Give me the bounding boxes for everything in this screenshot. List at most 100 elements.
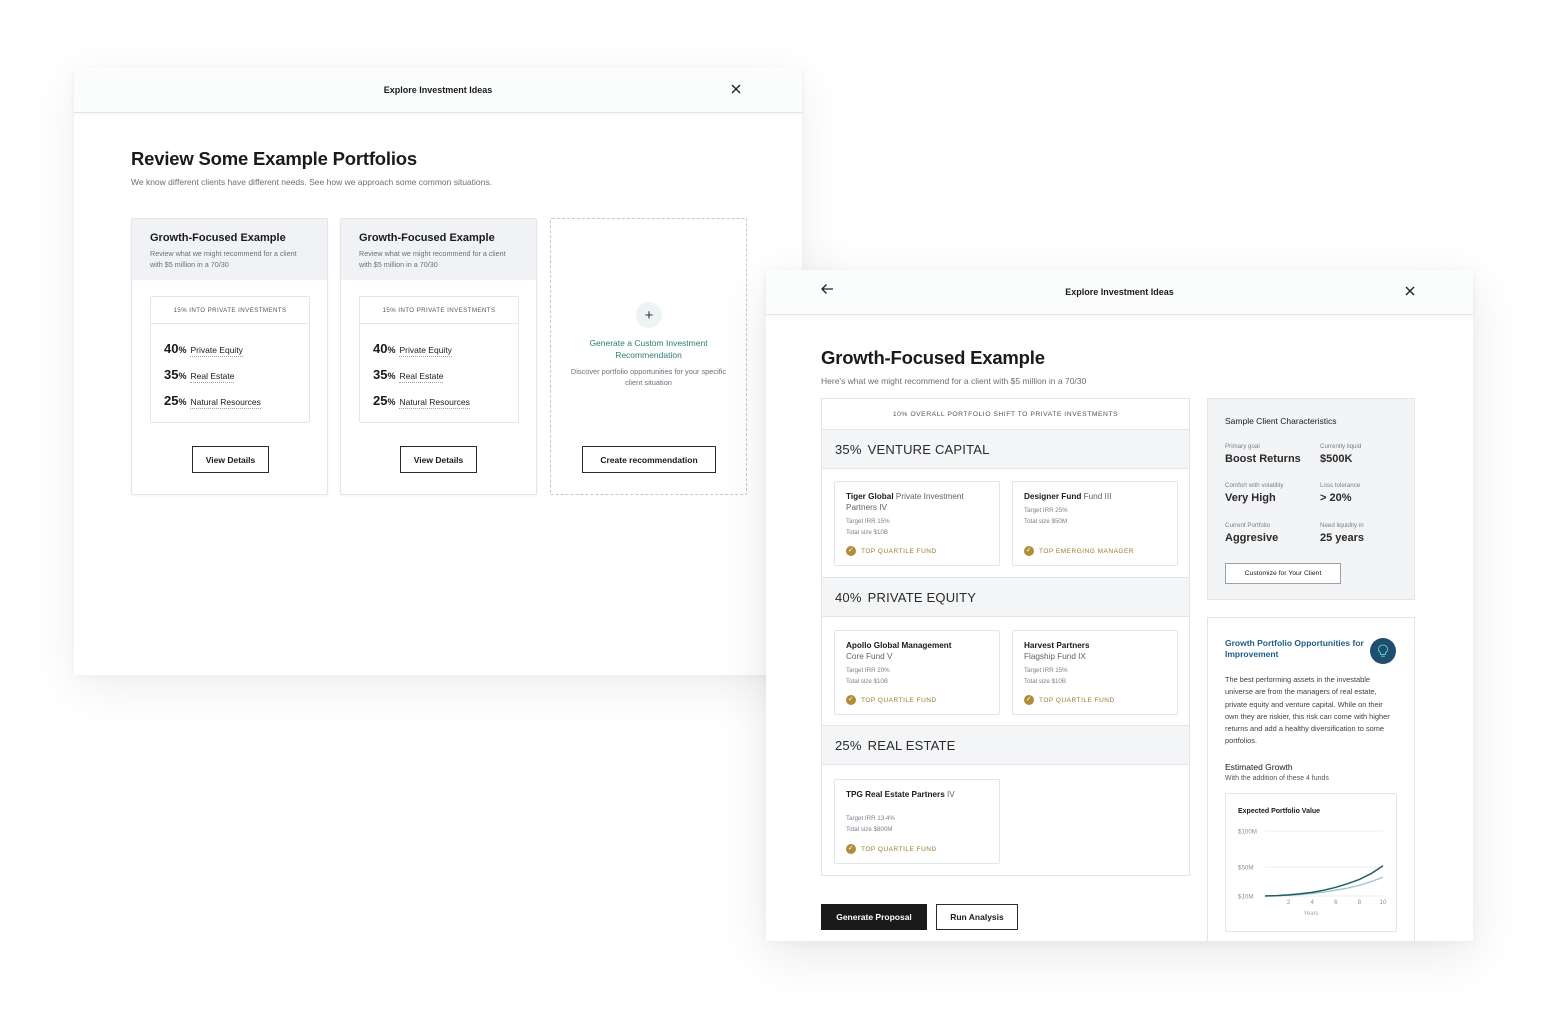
- allocation-row: 35% Real Estate: [373, 367, 444, 383]
- allocation-percent: 40: [164, 341, 179, 356]
- allocation-percent: 25: [373, 393, 388, 408]
- allocation-percent: 35: [373, 367, 388, 382]
- percent-symbol: %: [387, 397, 396, 407]
- characteristic-liquidity-need: Need liquidity in 25 years: [1320, 522, 1364, 544]
- allocation-box: 15% INTO PRIVATE INVESTMENTS 40% Private…: [150, 296, 310, 423]
- characteristic-currently-liquid: Currently liquid $500K: [1320, 443, 1361, 465]
- page-subtitle: Here's what we might recommend for a cli…: [821, 376, 1087, 386]
- allocation-percent: 40: [373, 341, 388, 356]
- fund-meta: Target IRR 15% Total size $10B: [846, 517, 988, 538]
- x-axis-label: Years: [1303, 911, 1318, 917]
- characteristic-current-portfolio: Current Portfolio Aggresive: [1225, 522, 1278, 544]
- characteristic-value: > 20%: [1320, 492, 1352, 504]
- view-details-button[interactable]: View Details: [192, 446, 269, 473]
- fund-card[interactable]: Tiger Global Private Investment Partners…: [834, 481, 1000, 566]
- allocation-row: 25% Natural Resources: [164, 393, 261, 409]
- fund-name: Harvest Partners Flagship Fund IX: [1024, 640, 1166, 662]
- portfolio-card: Growth-Focused Example Review what we mi…: [131, 218, 328, 495]
- section-name: REAL ESTATE: [867, 737, 956, 753]
- section-percent: 40%: [835, 589, 862, 605]
- opportunities-text: The best performing assets in the invest…: [1225, 675, 1390, 746]
- allocation-row: 40% Private Equity: [373, 341, 452, 357]
- fund-card[interactable]: TPG Real Estate Partners IV Target IRR 1…: [834, 779, 1000, 864]
- view-details-button[interactable]: View Details: [400, 446, 477, 473]
- portfolio-card-description: Review what we might recommend for a cli…: [150, 249, 297, 269]
- fund-card[interactable]: Apollo Global Management Core Fund V Targ…: [834, 630, 1000, 715]
- series-line: [1264, 876, 1384, 897]
- characteristic-value: Aggresive: [1225, 532, 1279, 544]
- allocation-percent: 25: [164, 393, 179, 408]
- allocation-row: 25% Natural Resources: [373, 393, 470, 409]
- fund-manager: Designer Fund: [1024, 492, 1082, 501]
- plus-icon[interactable]: +: [636, 302, 662, 328]
- customize-for-client-button[interactable]: Customize for Your Client: [1225, 563, 1341, 584]
- fund-badge-label: TOP QUARTILE FUND: [861, 547, 937, 555]
- allocation-header: 15% INTO PRIVATE INVESTMENTS: [151, 297, 309, 324]
- run-analysis-button[interactable]: Run Analysis: [936, 904, 1018, 930]
- portfolio-card-header: Growth-Focused Example Review what we mi…: [341, 219, 536, 280]
- custom-recommendation-title[interactable]: Generate a Custom Investment Recommendat…: [566, 338, 731, 361]
- funds-header: 10% OVERALL PORTFOLIO SHIFT TO PRIVATE I…: [822, 399, 1189, 430]
- fund-title: Fund III: [1081, 492, 1112, 501]
- characteristic-label: Primary goal: [1225, 443, 1260, 450]
- allocation-name[interactable]: Private Equity: [399, 345, 452, 357]
- back-arrow-icon[interactable]: [820, 282, 838, 300]
- estimated-growth-subtitle: With the addition of these 4 funds: [1225, 774, 1329, 782]
- explore-modal-examples: Explore Investment Ideas Review Some Exa…: [74, 68, 802, 675]
- close-icon[interactable]: [727, 81, 745, 99]
- allocation-name[interactable]: Natural Resources: [399, 397, 470, 409]
- fund-badge: ✓ TOP QUARTILE FUND: [846, 546, 937, 556]
- check-icon: ✓: [1024, 546, 1034, 556]
- allocation-name[interactable]: Real Estate: [190, 371, 235, 383]
- characteristic-value: Very High: [1225, 492, 1276, 504]
- section-header-real-estate: 25% REAL ESTATE: [822, 725, 1189, 765]
- chart-canvas: $10M $50M $100M 2 4 6 8 10 Years: [1238, 829, 1387, 918]
- allocation-row: 40% Private Equity: [164, 341, 243, 357]
- x-tick-label: 4: [1310, 899, 1314, 906]
- x-tick-label: 6: [1334, 899, 1338, 906]
- fund-badge: ✓ TOP EMERGING MANAGER: [1024, 546, 1134, 556]
- section-percent: 25%: [835, 737, 862, 753]
- fund-title: Flagship Fund IX: [1024, 652, 1086, 661]
- section-header-private-equity: 40% PRIVATE EQUITY: [822, 577, 1189, 617]
- growth-chart: Expected Portfolio Value $10M $50M $100M 2 4…: [1225, 793, 1397, 932]
- fund-badge-label: TOP QUARTILE FUND: [861, 845, 937, 853]
- check-icon: ✓: [846, 546, 856, 556]
- custom-recommendation-card: + Generate a Custom Investment Recommend…: [550, 218, 747, 495]
- fund-meta: Target IRR 20% Total size $10B: [846, 666, 988, 687]
- portfolio-card: Growth-Focused Example Review what we mi…: [340, 218, 537, 495]
- y-tick-label: $50M: [1238, 865, 1253, 872]
- modal-title: Explore Investment Ideas: [383, 85, 493, 95]
- close-icon[interactable]: [1401, 283, 1419, 301]
- fund-total-size: Total size $50M: [1024, 517, 1067, 525]
- fund-manager: TPG Real Estate Partners: [846, 790, 945, 799]
- estimated-growth-title: Estimated Growth: [1225, 761, 1293, 772]
- percent-symbol: %: [178, 397, 187, 407]
- allocation-box: 15% INTO PRIVATE INVESTMENTS 40% Private…: [359, 296, 519, 423]
- fund-card[interactable]: Designer Fund Fund III Target IRR 25% To…: [1012, 481, 1178, 566]
- opportunities-title: Growth Portfolio Opportunities for Impro…: [1225, 638, 1364, 659]
- generate-proposal-button[interactable]: Generate Proposal: [821, 904, 927, 930]
- fund-title: IV: [944, 790, 955, 799]
- percent-symbol: %: [387, 345, 396, 355]
- fund-manager: Apollo Global Management: [846, 641, 952, 650]
- percent-symbol: %: [178, 345, 187, 355]
- fund-card[interactable]: Harvest Partners Flagship Fund IX Target …: [1012, 630, 1178, 715]
- create-recommendation-button[interactable]: Create recommendation: [582, 446, 716, 473]
- characteristic-value: Boost Returns: [1225, 453, 1301, 465]
- characteristic-value: $500K: [1320, 453, 1353, 465]
- page-title: Growth-Focused Example: [821, 347, 1045, 368]
- check-icon: ✓: [846, 844, 856, 854]
- section-name: VENTURE CAPITAL: [867, 441, 990, 457]
- allocation-name[interactable]: Natural Resources: [190, 397, 261, 409]
- fund-meta: Target IRR 13.4% Total size $800M: [846, 814, 988, 835]
- fund-badge: ✓ TOP QUARTILE FUND: [1024, 695, 1115, 705]
- section-percent: 35%: [835, 441, 862, 457]
- portfolio-card-title: Growth-Focused Example: [150, 232, 286, 244]
- section-name: PRIVATE EQUITY: [867, 589, 977, 605]
- allocation-name[interactable]: Real Estate: [399, 371, 444, 383]
- y-tick-label: $100M: [1238, 829, 1257, 836]
- allocation-name[interactable]: Private Equity: [190, 345, 243, 357]
- fund-manager: Harvest Partners: [1024, 641, 1090, 650]
- fund-manager: Tiger Global: [846, 492, 894, 501]
